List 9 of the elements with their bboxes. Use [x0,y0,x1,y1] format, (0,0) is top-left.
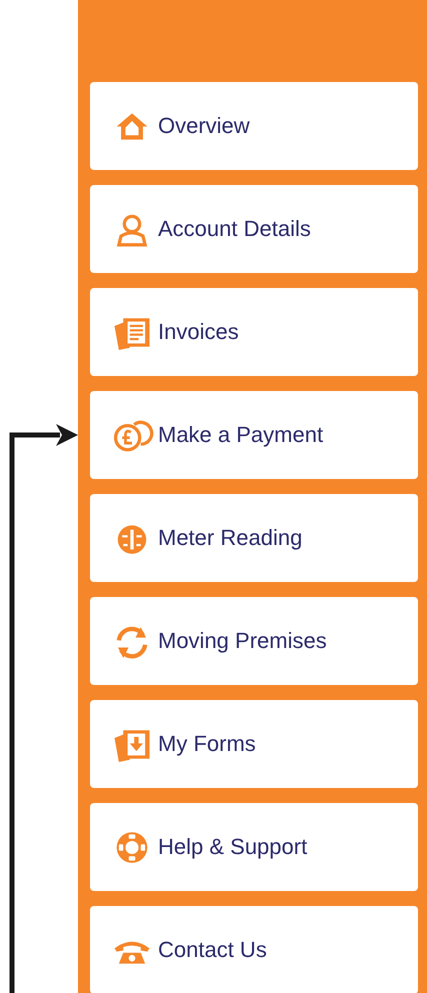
menu-item[interactable]: My Forms [90,700,418,788]
menu-item[interactable]: Help & Support [90,803,418,891]
menu-item[interactable]: Invoices [90,288,418,376]
menu-item[interactable]: Make a Payment [90,391,418,479]
menu-item[interactable]: Moving Premises [90,597,418,685]
menu-item[interactable]: Meter Reading [90,494,418,582]
menu-item[interactable]: Overview [90,82,418,170]
menu-item[interactable]: Contact Us [90,906,418,993]
menu-item[interactable]: Account Details [90,185,418,273]
